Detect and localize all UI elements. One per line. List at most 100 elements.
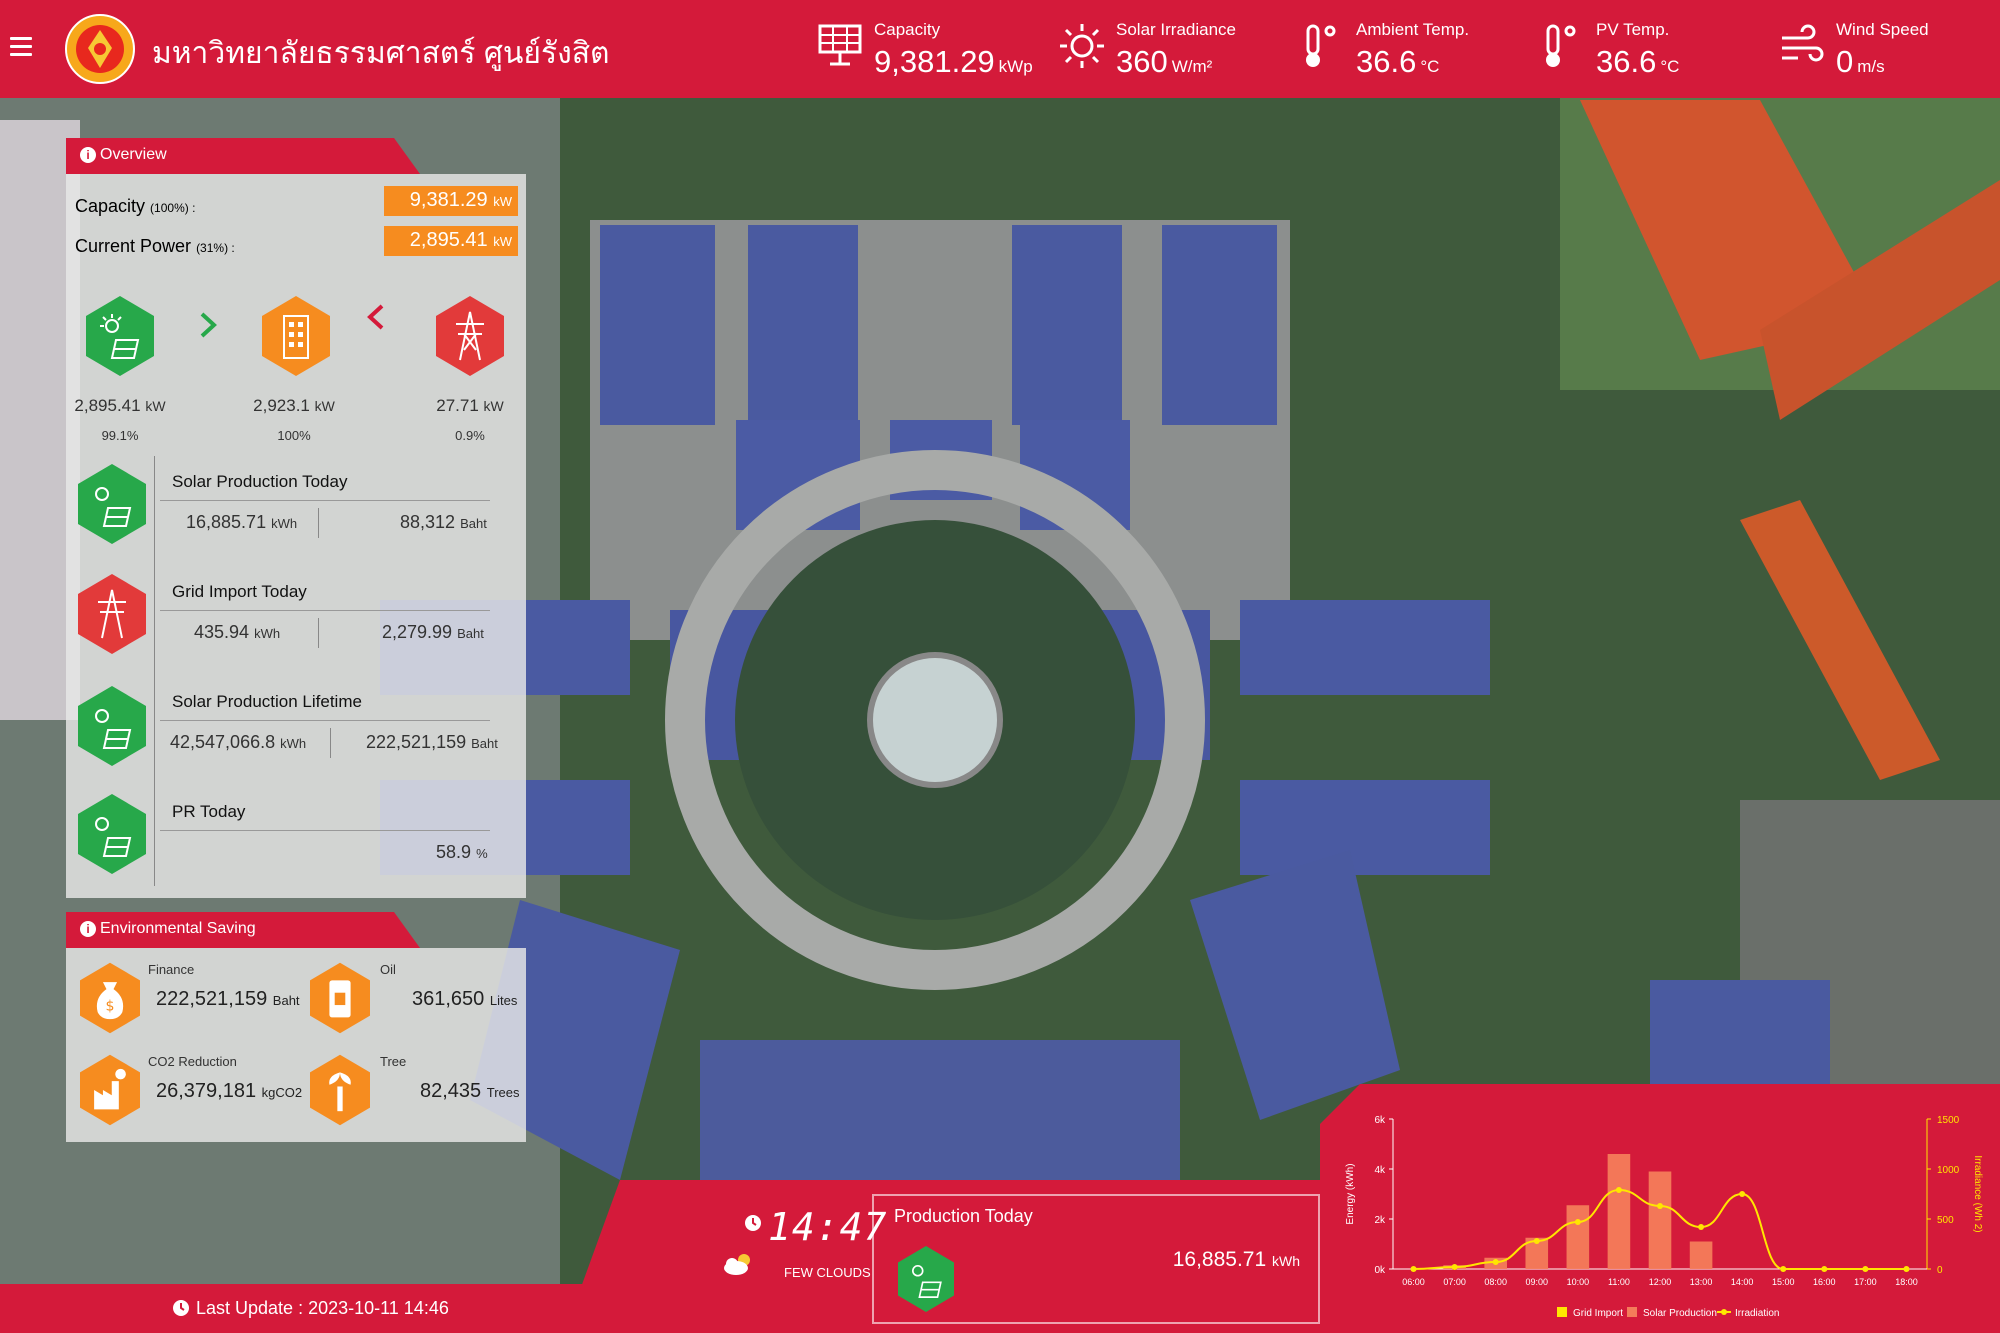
info-icon: i xyxy=(80,921,96,937)
tab-corner xyxy=(386,912,420,948)
y-right-tick-label: 500 xyxy=(1937,1215,1954,1226)
bar-solar-production xyxy=(1648,1171,1672,1269)
irradiation-point xyxy=(1574,1219,1581,1225)
metric-label: PV Temp. xyxy=(1596,20,1670,39)
current-power-label: Current Power (31%) : xyxy=(75,236,235,256)
row-underline xyxy=(160,610,490,611)
irradiation-point xyxy=(1451,1264,1458,1270)
grid-flow-value: 27.71 kW xyxy=(436,396,504,415)
building-hex-icon xyxy=(262,296,330,376)
metric-label: Solar Irradiance xyxy=(1116,20,1237,39)
bar-solar-production xyxy=(1566,1205,1590,1269)
stats-divider xyxy=(154,456,155,886)
x-tick-label: 06:00 xyxy=(1402,1277,1425,1287)
legend-swatch xyxy=(1557,1307,1567,1317)
row-underline xyxy=(160,720,490,721)
capacity-label: Capacity (100%) : xyxy=(75,196,196,216)
solar-today-energy: 16,885.71 kWh xyxy=(186,512,298,532)
last-update-text: Last Update : 2023-10-11 14:46 xyxy=(196,1298,449,1318)
sun-icon xyxy=(1060,24,1104,68)
irradiation-point xyxy=(1615,1187,1622,1193)
current-power-value-box: 2,895.41 kW xyxy=(384,226,518,256)
irradiation-point xyxy=(1698,1224,1705,1230)
tree-label: Tree xyxy=(380,1054,407,1069)
metric-value: 36.6 °C xyxy=(1596,44,1680,79)
clock-icon xyxy=(173,1300,189,1316)
solar-production-icon xyxy=(898,1246,954,1312)
tree-icon xyxy=(310,1054,370,1126)
x-tick-label: 09:00 xyxy=(1526,1277,1549,1287)
solar-hex-icon xyxy=(86,296,154,376)
x-tick-label: 14:00 xyxy=(1731,1277,1754,1287)
legend-label: Solar Production xyxy=(1643,1308,1717,1319)
oil-label: Oil xyxy=(380,962,396,977)
chevron-right-icon xyxy=(200,312,217,338)
overview-tab-label: Overview xyxy=(100,146,167,163)
environmental-tab-label: Environmental Saving xyxy=(100,920,256,937)
y-right-tick-label: 1500 xyxy=(1937,1115,1960,1126)
row-underline xyxy=(160,500,490,501)
svg-text:$: $ xyxy=(106,998,115,1014)
co2-value: 26,379,181 kgCO2 xyxy=(156,1080,303,1102)
solar-lifetime-money: 222,521,159 Baht xyxy=(366,732,498,752)
co2-label: CO2 Reduction xyxy=(148,1054,237,1069)
x-tick-label: 15:00 xyxy=(1772,1277,1795,1287)
legend-label: Grid Import xyxy=(1573,1308,1623,1319)
capacity-value-box: 9,381.29 kW xyxy=(384,186,518,216)
thermometer-icon xyxy=(1306,24,1336,67)
grid-today-energy: 435.94 kWh xyxy=(194,622,281,642)
legend-label: Irradiation xyxy=(1735,1308,1779,1319)
solar-lifetime-title: Solar Production Lifetime xyxy=(172,692,362,711)
university-logo xyxy=(65,14,135,84)
grid-tower-hex-icon xyxy=(436,296,504,376)
bar-solar-production xyxy=(1607,1154,1631,1269)
grid-today-money: 2,279.99 Baht xyxy=(382,622,484,642)
y-right-tick-label: 0 xyxy=(1937,1265,1943,1276)
x-tick-label: 12:00 xyxy=(1649,1277,1672,1287)
legend-swatch xyxy=(1721,1309,1727,1315)
cell-divider xyxy=(318,508,319,538)
grid-import-today-icon xyxy=(78,574,146,654)
x-tick-label: 08:00 xyxy=(1484,1277,1507,1287)
university-name: มหาวิทยาลัยธรรมศาสตร์ ศูนย์รังสิต xyxy=(152,37,610,70)
irradiation-point xyxy=(1903,1266,1910,1272)
wind-icon xyxy=(1782,24,1824,62)
environmental-saving-tab[interactable]: i Environmental Saving xyxy=(66,912,388,948)
oil-barrel-icon xyxy=(310,962,370,1034)
x-tick-label: 07:00 xyxy=(1443,1277,1466,1287)
thermometer-icon xyxy=(1546,24,1576,67)
production-today-title: Production Today xyxy=(894,1206,1033,1226)
metric-pv-temp: PV Temp. 36.6 °C xyxy=(1538,14,1688,84)
solar-flow-pct: 99.1% xyxy=(101,428,139,443)
y-right-tick-label: 1000 xyxy=(1937,1165,1960,1176)
irradiation-point xyxy=(1492,1259,1499,1265)
solar-today-money: 88,312 Baht xyxy=(400,512,487,532)
hamburger-menu-icon[interactable] xyxy=(10,37,32,57)
y-right-axis-label: Irradiance (Wh 2) xyxy=(1972,1155,1983,1232)
x-tick-label: 13:00 xyxy=(1690,1277,1713,1287)
x-tick-label: 16:00 xyxy=(1813,1277,1836,1287)
x-tick-label: 18:00 xyxy=(1895,1277,1918,1287)
building-flow-pct: 100% xyxy=(277,428,311,443)
x-tick-label: 10:00 xyxy=(1567,1277,1590,1287)
overview-tab[interactable]: i Overview xyxy=(66,138,388,174)
metric-value: 0 m/s xyxy=(1836,44,1885,79)
solar-today-title: Solar Production Today xyxy=(172,472,348,491)
metric-label: Wind Speed xyxy=(1836,20,1929,39)
solar-panel-icon xyxy=(818,24,862,66)
solar-production-today-icon xyxy=(78,464,146,544)
grid-flow-pct: 0.9% xyxy=(455,428,485,443)
solar-lifetime-icon xyxy=(78,686,146,766)
tab-corner xyxy=(386,138,420,174)
factory-co2-icon xyxy=(80,1054,140,1126)
irradiation-point xyxy=(1533,1238,1540,1244)
pr-today-value: 58.9 % xyxy=(436,842,488,862)
top-header: มหาวิทยาลัยธรรมศาสตร์ ศูนย์รังสิต Capaci… xyxy=(0,0,2000,98)
pr-today-icon xyxy=(78,794,146,874)
metric-solar-irradiance: Solar Irradiance 360 W/m² xyxy=(1058,14,1236,84)
irradiation-point xyxy=(1739,1191,1746,1197)
row-underline xyxy=(160,830,490,831)
clock-icon xyxy=(745,1215,761,1231)
metric-label: Capacity xyxy=(874,20,941,39)
metric-label: Ambient Temp. xyxy=(1356,20,1470,39)
